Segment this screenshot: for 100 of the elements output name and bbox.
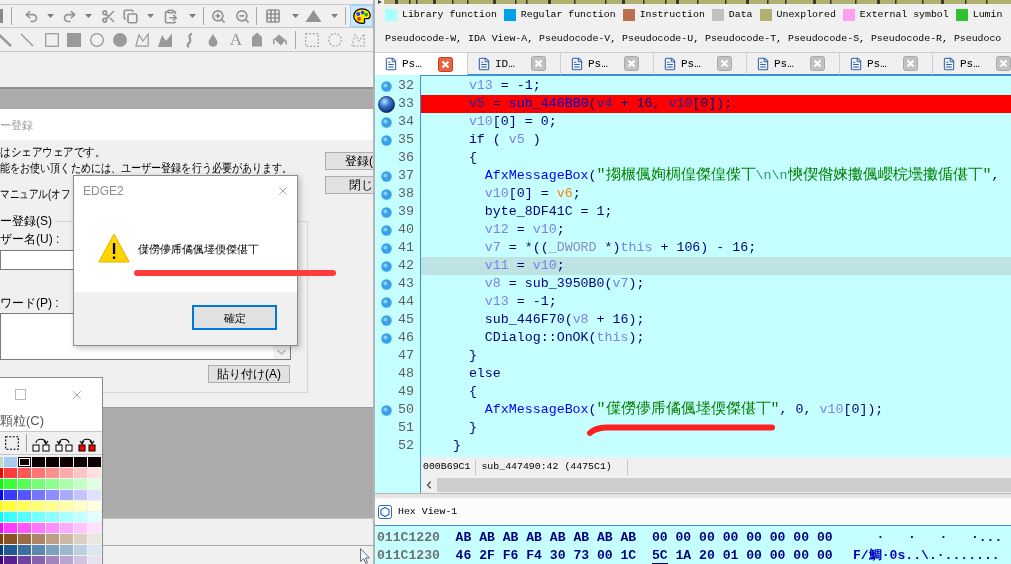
line-tool-icon[interactable]	[0, 32, 12, 47]
color-swatch-icon[interactable]	[32, 479, 45, 489]
tab[interactable]: Ps…	[654, 52, 747, 75]
line-dot-icon[interactable]	[380, 116, 392, 128]
color-swatch-icon[interactable]	[0, 457, 3, 467]
ok-button[interactable]: 確定	[192, 305, 277, 330]
color-swatch-icon[interactable]	[0, 501, 3, 511]
color-swatch-icon[interactable]	[88, 501, 101, 511]
color-swatch-icon[interactable]	[0, 468, 3, 478]
color-swatch-icon[interactable]	[4, 512, 17, 522]
hex-byte[interactable]: AB	[502, 529, 519, 547]
lasso-select-icon[interactable]	[351, 32, 365, 47]
color-swatch-icon[interactable]	[88, 490, 101, 500]
color-swatch-icon[interactable]	[32, 523, 45, 533]
color-swatch-icon[interactable]	[74, 479, 87, 489]
hex-byte[interactable]: 00	[675, 529, 692, 547]
color-swatch-icon[interactable]	[60, 523, 73, 533]
line-dot-icon[interactable]	[380, 314, 392, 326]
color-swatch-icon[interactable]	[60, 545, 73, 555]
paste-button[interactable]: 貼り付け(A)	[208, 365, 290, 383]
line-dot-icon[interactable]	[380, 242, 392, 254]
hex-byte[interactable]: 00	[651, 529, 668, 547]
color-swatch-icon[interactable]	[46, 490, 59, 500]
color-swatch-icon[interactable]	[0, 479, 3, 489]
color-swatch-icon[interactable]	[88, 556, 101, 564]
hex-byte[interactable]: 00	[746, 529, 762, 547]
color-swatch-icon[interactable]	[46, 479, 59, 489]
polygon-tool-icon[interactable]	[135, 32, 149, 47]
hex-byte[interactable]: AB	[573, 529, 590, 547]
close-icon[interactable]	[717, 56, 732, 71]
color-swatch-icon[interactable]	[46, 501, 59, 511]
fill-drop-icon[interactable]	[208, 32, 218, 47]
hex-byte[interactable]: F6	[502, 547, 519, 564]
color-swatch-icon[interactable]	[4, 545, 17, 555]
filled-polygon-tool-icon[interactable]	[158, 32, 172, 47]
color-swatch-icon[interactable]	[18, 545, 31, 555]
color-swatch-icon[interactable]	[4, 479, 17, 489]
dropdown-caret-icon[interactable]	[147, 14, 154, 18]
color-swatch-icon[interactable]	[4, 534, 17, 544]
hex-byte[interactable]: 73	[573, 547, 590, 564]
color-swatch-icon[interactable]	[46, 545, 59, 555]
hex-byte[interactable]: AB	[526, 529, 542, 547]
hex-byte[interactable]: AB	[596, 529, 613, 547]
color-swatch-icon[interactable]	[46, 512, 59, 522]
zoom-out-icon[interactable]	[235, 8, 250, 24]
navigation-band[interactable]	[375, 0, 1011, 5]
line-dot-icon[interactable]	[380, 134, 392, 146]
hex-byte[interactable]: 5C	[651, 547, 668, 564]
color-swatch-icon[interactable]	[32, 501, 45, 511]
hex-byte[interactable]: 00	[793, 529, 810, 547]
color-swatch-icon[interactable]	[46, 556, 59, 564]
paint-bucket-icon[interactable]	[273, 32, 287, 47]
color-swatch-icon[interactable]	[74, 556, 87, 564]
color-swatch-icon[interactable]	[0, 523, 3, 533]
curve-tool-icon[interactable]	[185, 31, 194, 48]
maximize-icon[interactable]	[15, 389, 26, 400]
color-swatch-icon[interactable]	[88, 468, 101, 478]
color-swatch-icon[interactable]	[32, 490, 45, 500]
color-swatch-icon[interactable]	[18, 490, 31, 500]
color-swatch-icon[interactable]	[32, 512, 45, 522]
color-swatch-icon[interactable]	[18, 457, 31, 467]
color-swatch-icon[interactable]	[18, 523, 31, 533]
tab[interactable]: Ps…	[561, 52, 654, 75]
color-swatch-icon[interactable]	[74, 523, 87, 533]
color-swatch-icon[interactable]	[60, 457, 73, 467]
color-swatch-icon[interactable]	[0, 512, 3, 522]
close-icon[interactable]	[810, 56, 825, 71]
color-swatch-icon[interactable]	[88, 545, 101, 555]
paste-icon[interactable]	[163, 8, 178, 24]
hex-byte[interactable]: 00	[816, 529, 833, 547]
color-swatch-icon[interactable]	[60, 534, 73, 544]
rectangle-tool-icon[interactable]	[45, 32, 59, 47]
line-dot-icon[interactable]	[380, 206, 392, 218]
line-dot-icon[interactable]	[380, 260, 392, 272]
close-icon[interactable]	[531, 56, 546, 71]
color-swatch-icon[interactable]	[88, 534, 101, 544]
line-dot-icon[interactable]	[380, 224, 392, 236]
color-swatch-icon[interactable]	[46, 534, 59, 544]
hex-byte[interactable]: 00	[816, 547, 833, 564]
color-swatch-icon[interactable]	[18, 556, 31, 564]
scissors-icon[interactable]	[101, 8, 116, 24]
color-swatch-icon[interactable]	[32, 457, 45, 467]
color-swatch-icon[interactable]	[18, 534, 31, 544]
grid-icon[interactable]	[265, 8, 281, 24]
hex-byte[interactable]: 1C	[620, 547, 637, 564]
color-swatch-icon[interactable]	[74, 534, 87, 544]
color-swatch-icon[interactable]	[88, 512, 101, 522]
color-swatch-icon[interactable]	[60, 490, 73, 500]
hex-byte[interactable]: 00	[699, 529, 715, 547]
triangle-icon[interactable]	[305, 9, 322, 23]
color-swatch-icon[interactable]	[0, 556, 3, 564]
color-swatch-icon[interactable]	[4, 468, 17, 478]
color-swatch-icon[interactable]	[18, 479, 31, 489]
filled-rectangle-tool-icon[interactable]	[67, 32, 81, 47]
line-tool-icon[interactable]	[20, 32, 34, 47]
line-dot-icon[interactable]	[380, 278, 392, 290]
pentagon-tool-icon[interactable]	[251, 32, 263, 47]
dialog-button[interactable]: 登録(	[325, 152, 373, 170]
color-swatch-icon[interactable]	[74, 512, 87, 522]
color-swatch-icon[interactable]	[60, 512, 73, 522]
